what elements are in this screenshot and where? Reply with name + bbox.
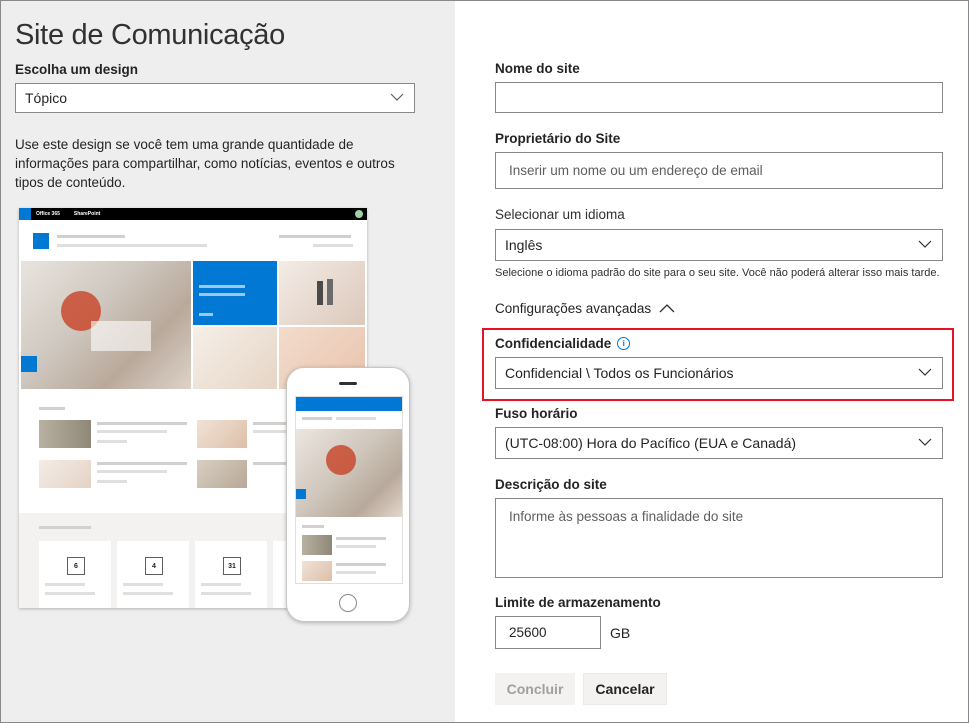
design-dropdown[interactable]: Tópico (15, 83, 415, 113)
suite-bar: Office 365 SharePoint (19, 208, 367, 220)
news-thumb (39, 460, 91, 488)
design-description: Use este design se você tem uma grande q… (15, 137, 395, 190)
info-icon[interactable]: i (617, 337, 631, 350)
design-label: Escolha um design (15, 62, 139, 77)
news-thumb (39, 420, 91, 448)
storage-limit-input[interactable]: 25600 (495, 616, 601, 649)
language-hint: Selecione o idioma padrão do site para o… (495, 267, 940, 279)
app-launcher-icon (19, 208, 31, 220)
design-panel: Site de Comunicação Escolha um design Tó… (1, 1, 455, 722)
chevron-up-icon (659, 304, 675, 313)
site-logo (33, 233, 49, 249)
storage-limit-label: Limite de armazenamento (495, 595, 661, 610)
calendar-day: 4 (145, 557, 163, 575)
hero-tile-image (279, 261, 365, 325)
language-dropdown[interactable]: Inglês (495, 229, 943, 261)
news-thumb (197, 420, 247, 448)
site-description-input[interactable]: Informe às pessoas a finalidade do site (495, 498, 943, 578)
storage-unit: GB (610, 625, 631, 641)
suite-label: Office 365 (36, 211, 60, 217)
confidentiality-value: Confidencial \ Todos os Funcionários (505, 365, 734, 381)
confidentiality-label: Confidencialidade (495, 336, 612, 351)
site-settings-form: Nome do site Proprietário do Site Inseri… (455, 1, 968, 722)
owner-label: Proprietário do Site (495, 131, 621, 146)
chevron-down-icon (918, 240, 932, 248)
confidentiality-label-row: Confidencialidade i (495, 336, 631, 351)
design-preview-phone (286, 367, 410, 622)
hero-image (21, 261, 191, 389)
hero-tile-image-2 (193, 327, 277, 389)
site-name-input[interactable] (495, 82, 943, 113)
chevron-down-icon (918, 438, 932, 446)
cancel-button[interactable]: Cancelar (583, 673, 667, 705)
hero-tile-blue (193, 261, 277, 325)
chevron-down-icon (918, 368, 932, 376)
timezone-label: Fuso horário (495, 406, 578, 421)
confidentiality-dropdown[interactable]: Confidencial \ Todos os Funcionários (495, 357, 943, 389)
news-thumb (197, 460, 247, 488)
finish-button[interactable]: Concluir (495, 673, 575, 705)
advanced-settings-label: Configurações avançadas (495, 301, 652, 316)
timezone-dropdown[interactable]: (UTC-08:00) Hora do Pacífico (EUA e Cana… (495, 427, 943, 459)
advanced-settings-toggle[interactable]: Configurações avançadas (495, 301, 675, 316)
design-dropdown-value: Tópico (25, 90, 68, 106)
calendar-day: 6 (67, 557, 85, 575)
chevron-down-icon (390, 93, 404, 101)
language-label: Selecionar um idioma (495, 207, 625, 222)
create-site-panel: Site de Comunicação Escolha um design Tó… (0, 0, 969, 723)
avatar (355, 210, 363, 218)
timezone-value: (UTC-08:00) Hora do Pacífico (EUA e Cana… (505, 435, 797, 451)
calendar-day: 31 (223, 557, 241, 575)
owner-input[interactable]: Inserir um nome ou um endereço de email (495, 152, 943, 189)
site-name-label: Nome do site (495, 61, 580, 76)
app-label: SharePoint (73, 211, 101, 217)
language-value: Inglês (505, 237, 543, 253)
site-description-label: Descrição do site (495, 477, 607, 492)
page-title: Site de Comunicação (15, 19, 285, 51)
home-button-icon (339, 594, 357, 612)
